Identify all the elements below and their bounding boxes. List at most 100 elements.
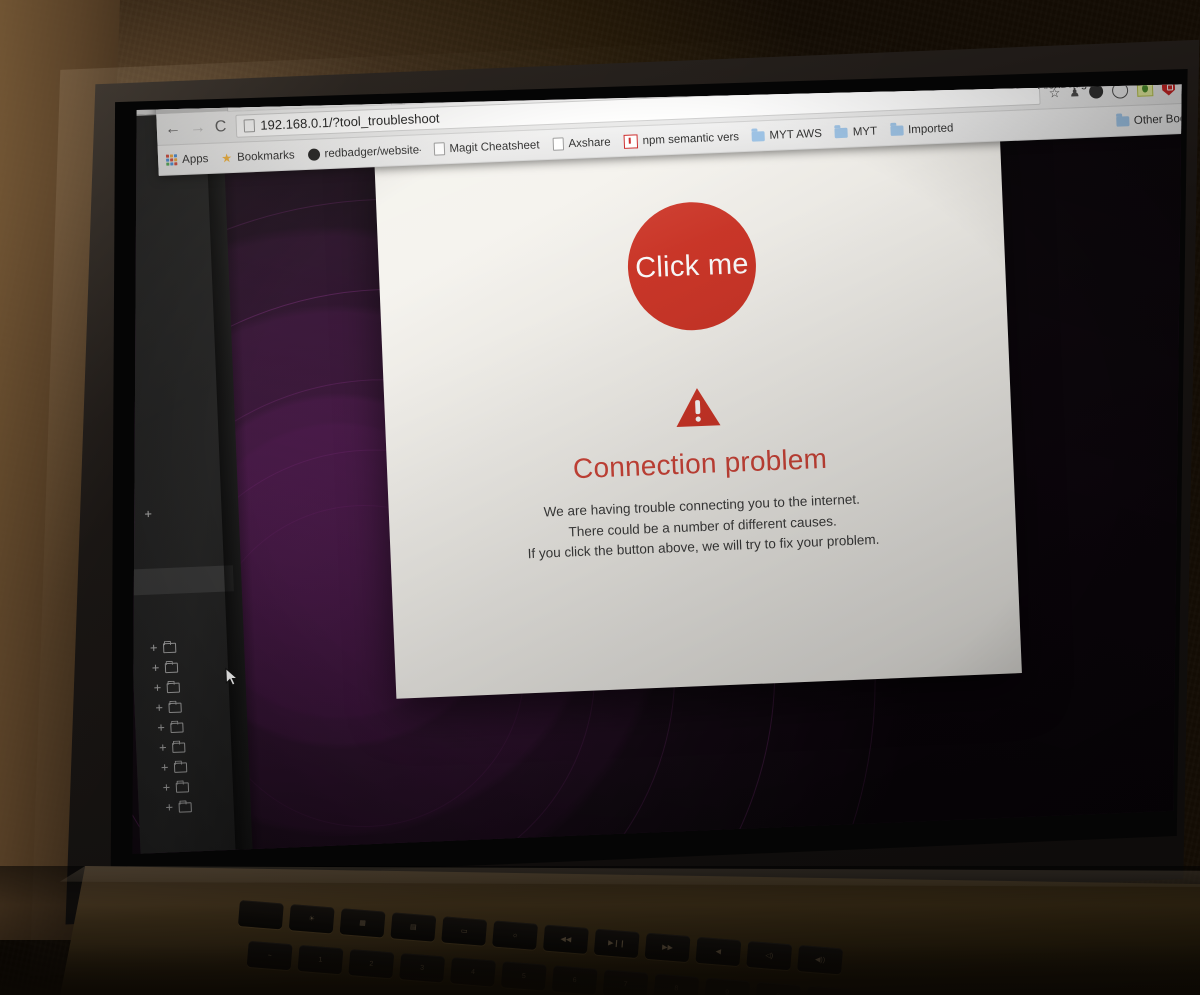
document-icon	[552, 137, 564, 151]
github-icon	[307, 147, 320, 161]
editor-row-marker: +	[165, 799, 174, 815]
editor-row[interactable]: +	[161, 759, 188, 774]
editor-row[interactable]: +	[153, 680, 181, 695]
editor-row[interactable]: +	[165, 799, 193, 815]
key: 3	[399, 953, 446, 983]
bookmark-label: Apps	[181, 152, 209, 166]
key: ▭	[441, 916, 488, 946]
folder-icon	[178, 801, 193, 813]
folder-icon	[163, 642, 177, 653]
key: ☀	[288, 904, 335, 934]
key: 2	[348, 949, 395, 979]
key: 7	[602, 969, 649, 995]
editor-row[interactable]: +	[150, 640, 177, 655]
warning-triangle-icon	[673, 385, 723, 429]
key	[237, 900, 284, 930]
editor-row-marker: +	[151, 660, 160, 675]
key: ▦	[339, 908, 386, 938]
bookmark-imported[interactable]: Imported	[889, 121, 954, 137]
laptop: + + + + + + + + + + + + + git branch	[18, 20, 1200, 980]
reload-button[interactable]: C	[214, 118, 226, 135]
forward-button[interactable]: →	[189, 119, 206, 137]
key: 8	[653, 973, 700, 995]
web-page-card: Click me Connection problem We are havin…	[373, 113, 1022, 699]
folder-icon	[172, 741, 186, 753]
document-icon	[433, 142, 445, 156]
key: 6	[551, 965, 598, 995]
key: ◀◀	[542, 924, 589, 954]
key: ▶❙❙	[593, 928, 640, 959]
address-bar-value: 192.168.0.1/?tool_troubleshoot	[260, 110, 440, 133]
editor-row[interactable]: +	[157, 719, 184, 735]
key: ◁)	[746, 940, 793, 971]
editor-row-marker: +	[155, 700, 164, 715]
folder-icon	[175, 781, 190, 793]
bookmark-label: Imported	[907, 121, 954, 136]
editor-row-marker: +	[153, 680, 162, 695]
bookmark-redbadger[interactable]: redbadger/website-r	[307, 143, 421, 161]
bookmark-label: MYT	[852, 125, 878, 139]
key: 4	[450, 957, 496, 987]
folder-icon	[168, 702, 183, 713]
editor-row-marker: +	[144, 506, 153, 521]
editor-row-marker: +	[158, 740, 167, 755]
npm-icon	[623, 133, 638, 149]
bookmark-label: MYT AWS	[769, 127, 823, 142]
bookmark-myt[interactable]: MYT	[834, 125, 878, 139]
key: 5	[500, 961, 547, 991]
key: 9	[704, 977, 751, 995]
back-button[interactable]: ←	[165, 120, 182, 138]
editor-row[interactable]: +	[152, 660, 179, 675]
star-icon: ★	[221, 150, 233, 165]
key: ~	[246, 940, 293, 971]
key: ▶▶	[644, 932, 691, 963]
click-me-button[interactable]: Click me	[625, 199, 759, 333]
bookmark-bookmarks[interactable]: ★ Bookmarks	[221, 148, 295, 165]
key: 0	[755, 981, 801, 995]
folder-icon	[834, 127, 849, 138]
bookmark-label: redbadger/website-r	[324, 143, 421, 160]
editor-row[interactable]: +	[159, 739, 186, 754]
folder-icon	[174, 761, 188, 773]
key: ◀	[695, 936, 742, 967]
key: ▤	[390, 912, 437, 942]
editor-row-marker: +	[160, 760, 169, 775]
folder-icon	[751, 130, 765, 142]
bookmark-label: Magit Cheatsheet	[449, 138, 540, 155]
mouse-cursor	[225, 667, 239, 687]
editor-scrollbar[interactable]	[132, 565, 234, 596]
folder-icon	[1115, 115, 1130, 127]
key: ☼	[492, 920, 539, 950]
editor-row[interactable]: +	[144, 507, 152, 521]
key: -	[805, 985, 852, 995]
editor-row-marker: +	[157, 720, 165, 735]
bookmark-label: Other Bookmarks	[1133, 110, 1188, 127]
bookmark-label: npm semantic versio	[642, 130, 739, 147]
desktop-plane: + + + + + + + + + + + + + git branch	[132, 84, 1188, 854]
folder-icon	[166, 682, 181, 693]
key: +	[856, 989, 903, 995]
bookmark-label: Bookmarks	[236, 148, 295, 164]
other-bookmarks-button[interactable]: Other Bookmarks	[1115, 110, 1188, 127]
screenshot-stage: + + + + + + + + + + + + + git branch	[0, 0, 1200, 995]
page-body-text: We are having trouble connecting you to …	[526, 489, 880, 565]
bookmark-label: Axshare	[568, 135, 611, 150]
editor-row[interactable]: +	[155, 700, 183, 715]
folder-icon	[889, 124, 904, 136]
folder-icon	[164, 662, 179, 673]
key: ◀))	[797, 944, 844, 975]
editor-row-marker: +	[149, 640, 158, 655]
bookmark-magit-cheatsheet[interactable]: Magit Cheatsheet	[433, 138, 540, 156]
laptop-screen: + + + + + + + + + + + + + git branch	[132, 84, 1188, 854]
folder-icon	[170, 721, 184, 733]
bookmark-axshare[interactable]: Axshare	[552, 135, 611, 151]
bookmark-myt-aws[interactable]: MYT AWS	[751, 127, 822, 142]
editor-row-marker: +	[162, 780, 171, 795]
apps-grid-icon	[165, 154, 178, 166]
editor-row[interactable]: +	[163, 779, 190, 794]
page-info-icon[interactable]	[243, 119, 255, 133]
bookmark-npm-semantic-version[interactable]: npm semantic versio	[623, 130, 739, 149]
key: 1	[297, 944, 344, 975]
page-title: Connection problem	[572, 442, 828, 485]
bookmark-apps[interactable]: Apps	[165, 152, 209, 166]
